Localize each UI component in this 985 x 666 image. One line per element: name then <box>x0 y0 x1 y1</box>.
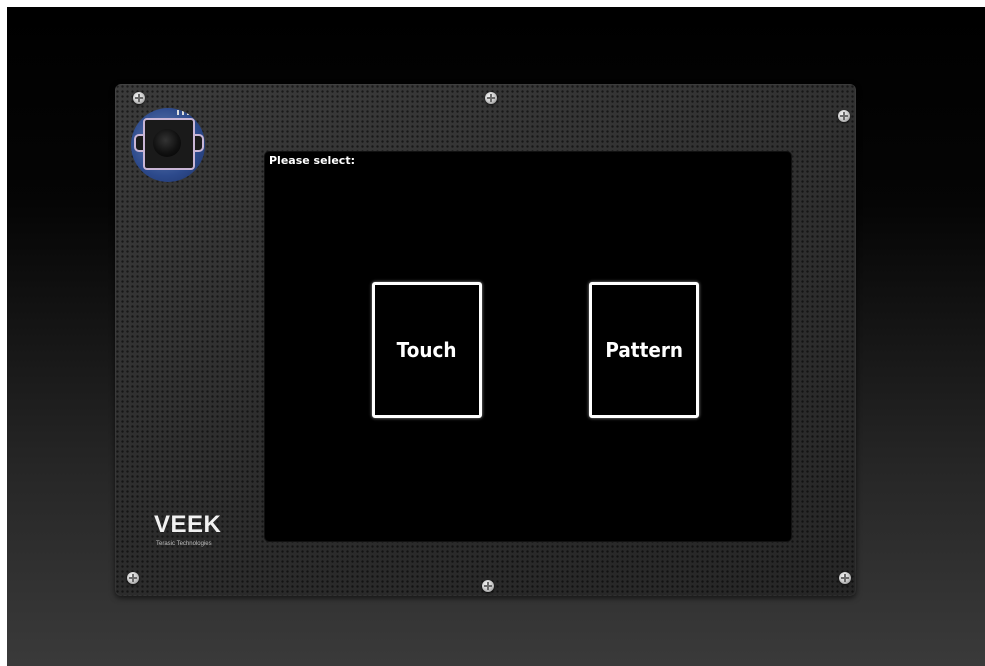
screw-icon <box>485 92 497 104</box>
screw-icon <box>127 572 139 584</box>
screw-icon <box>838 110 850 122</box>
pattern-button[interactable]: Pattern <box>589 282 699 418</box>
touch-button[interactable]: Touch <box>372 282 482 418</box>
touch-button-label: Touch <box>397 338 457 362</box>
screw-icon <box>133 92 145 104</box>
camera-icon <box>131 108 205 182</box>
touch-screen: Please select: Touch Pattern <box>265 152 791 541</box>
brand-logo: VEEK <box>154 511 222 538</box>
pattern-button-label: Pattern <box>605 338 683 362</box>
camera-connector <box>177 110 193 115</box>
screw-icon <box>839 572 851 584</box>
brand-subtitle: Terasic Technologies <box>156 541 212 547</box>
screw-icon <box>482 580 494 592</box>
prompt-text: Please select: <box>269 154 355 167</box>
camera-lens <box>153 129 181 157</box>
